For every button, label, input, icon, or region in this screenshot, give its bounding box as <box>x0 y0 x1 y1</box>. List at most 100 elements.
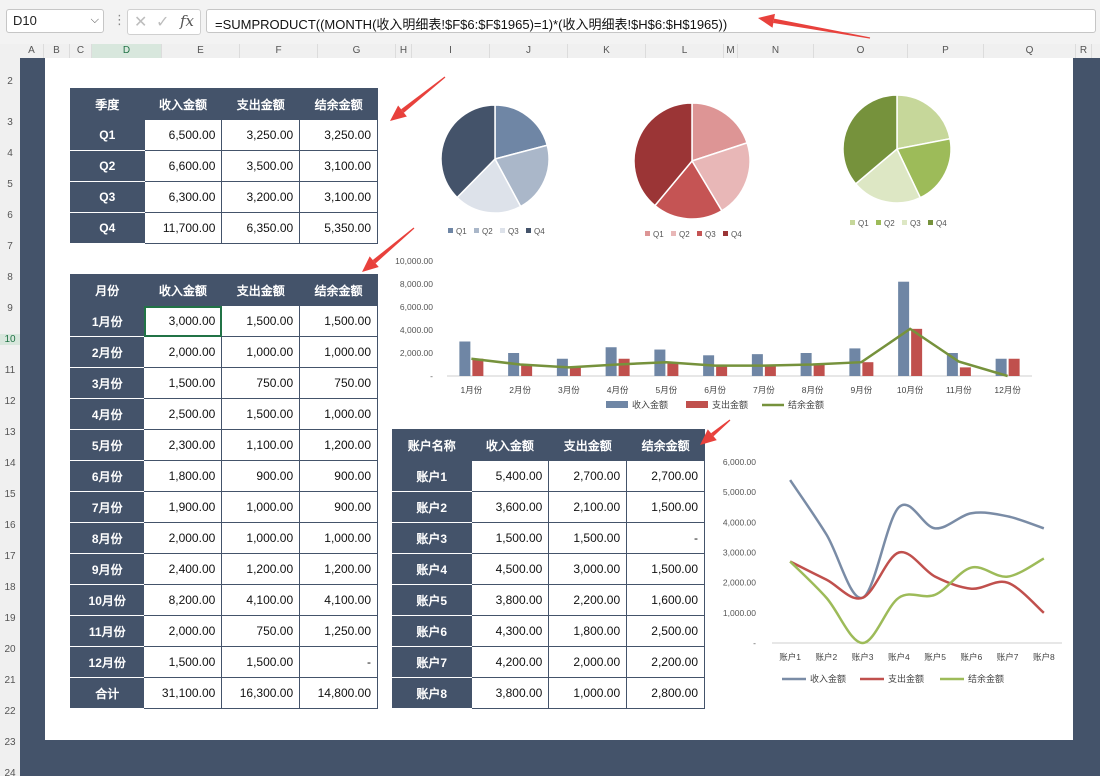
line-series-3[interactable] <box>789 557 1045 645</box>
value-cell[interactable]: - <box>299 646 378 678</box>
value-cell[interactable]: 3,000.00 <box>548 553 628 585</box>
row-label-cell[interactable]: 账户4 <box>392 553 472 585</box>
account-line-chart[interactable]: - 1,000.00 2,000.00 3,000.00 4,000.00 5,000.0… <box>712 450 1072 690</box>
value-cell[interactable]: 1,500.00 <box>221 305 301 337</box>
column-header-L[interactable]: L <box>646 44 724 58</box>
line-series-2[interactable] <box>789 551 1045 614</box>
row-header-6[interactable]: 6 <box>0 210 20 221</box>
column-header-E[interactable]: E <box>162 44 240 58</box>
column-header-H[interactable]: H <box>396 44 412 58</box>
bar-expense[interactable] <box>569 367 581 376</box>
row-header-12[interactable]: 12 <box>0 396 20 407</box>
row-label-cell[interactable]: 合计 <box>69 677 145 709</box>
formula-input[interactable]: =SUMPRODUCT((MONTH(收入明细表!$F$6:$F$1965)=1… <box>206 9 1096 33</box>
bar-expense[interactable] <box>862 362 874 376</box>
value-cell[interactable]: 5,400.00 <box>470 460 550 492</box>
column-header-B[interactable]: B <box>44 44 70 58</box>
row-label-cell[interactable]: 12月份 <box>69 646 145 678</box>
value-cell[interactable]: 2,100.00 <box>548 491 628 523</box>
column-header-cell[interactable]: 结余金额 <box>299 88 378 120</box>
column-header-O[interactable]: O <box>814 44 908 58</box>
row-label-cell[interactable]: 账户8 <box>392 677 472 709</box>
column-header-cell[interactable]: 收入金额 <box>143 274 223 306</box>
value-cell[interactable]: 6,300.00 <box>143 181 223 213</box>
value-cell[interactable]: 6,350.00 <box>221 212 301 244</box>
column-header-cell[interactable]: 结余金额 <box>626 429 705 461</box>
value-cell[interactable]: 3,250.00 <box>299 119 378 151</box>
value-cell[interactable]: 1,200.00 <box>299 429 378 461</box>
value-cell[interactable]: 3,100.00 <box>299 150 378 182</box>
value-cell[interactable]: 4,300.00 <box>470 615 550 647</box>
row-header-3[interactable]: 3 <box>0 117 20 128</box>
row-label-cell[interactable]: 11月份 <box>69 615 145 647</box>
row-header-23[interactable]: 23 <box>0 737 20 748</box>
value-cell[interactable]: 3,800.00 <box>470 677 550 709</box>
value-cell[interactable]: 1,000.00 <box>548 677 628 709</box>
row-label-cell[interactable]: 账户2 <box>392 491 472 523</box>
line-balance[interactable] <box>471 327 1008 378</box>
row-header-18[interactable]: 18 <box>0 582 20 593</box>
value-cell[interactable]: 1,500.00 <box>221 646 301 678</box>
value-cell[interactable]: 1,500.00 <box>143 367 223 399</box>
bar-expense[interactable] <box>1008 358 1020 376</box>
column-header-C[interactable]: C <box>70 44 92 58</box>
value-cell[interactable]: 1,200.00 <box>299 553 378 585</box>
value-cell[interactable]: 14,800.00 <box>299 677 378 709</box>
row-header-16[interactable]: 16 <box>0 520 20 531</box>
column-header-J[interactable]: J <box>490 44 568 58</box>
row-label-cell[interactable]: Q3 <box>70 181 145 213</box>
value-cell[interactable]: 8,200.00 <box>143 584 223 616</box>
column-header-D[interactable]: D <box>92 44 162 58</box>
value-cell[interactable]: 3,600.00 <box>470 491 550 523</box>
column-header-I[interactable]: I <box>412 44 490 58</box>
value-cell[interactable]: 1,000.00 <box>299 336 378 368</box>
value-cell[interactable]: 1,000.00 <box>221 336 301 368</box>
row-header-7[interactable]: 7 <box>0 241 20 252</box>
value-cell[interactable]: 1,200.00 <box>221 553 301 585</box>
column-header-N[interactable]: N <box>738 44 814 58</box>
value-cell[interactable]: 750.00 <box>221 615 301 647</box>
row-label-cell[interactable]: 5月份 <box>69 429 145 461</box>
row-label-cell[interactable]: Q4 <box>70 212 145 244</box>
value-cell[interactable]: 2,000.00 <box>548 646 628 678</box>
column-header-cell[interactable]: 账户名称 <box>392 429 472 461</box>
row-header-24[interactable]: 24 <box>0 768 20 779</box>
value-cell[interactable]: 1,800.00 <box>143 460 223 492</box>
row-label-cell[interactable]: 6月份 <box>69 460 145 492</box>
bar-income[interactable] <box>605 347 617 376</box>
row-header-20[interactable]: 20 <box>0 644 20 655</box>
value-cell[interactable]: 11,700.00 <box>143 212 223 244</box>
column-header-cell[interactable]: 支出金额 <box>548 429 628 461</box>
column-header-cell[interactable]: 结余金额 <box>299 274 378 306</box>
value-cell[interactable]: 1,000.00 <box>221 491 301 523</box>
row-label-cell[interactable]: 2月份 <box>69 336 145 368</box>
value-cell[interactable]: 3,100.00 <box>299 181 378 213</box>
value-cell[interactable]: 1,600.00 <box>626 584 705 616</box>
row-label-cell[interactable]: 账户6 <box>392 615 472 647</box>
row-label-cell[interactable]: 10月份 <box>69 584 145 616</box>
value-cell[interactable]: 2,000.00 <box>143 522 223 554</box>
value-cell[interactable]: 2,000.00 <box>143 615 223 647</box>
row-label-cell[interactable]: 1月份 <box>69 305 145 337</box>
value-cell[interactable]: 1,250.00 <box>299 615 378 647</box>
value-cell[interactable]: 1,100.00 <box>221 429 301 461</box>
value-cell[interactable]: 1,500.00 <box>470 522 550 554</box>
value-cell[interactable]: 2,000.00 <box>143 336 223 368</box>
row-label-cell[interactable]: 8月份 <box>69 522 145 554</box>
row-header-9[interactable]: 9 <box>0 303 20 314</box>
bar-expense[interactable] <box>959 367 971 376</box>
column-header-cell[interactable]: 收入金额 <box>470 429 550 461</box>
value-cell[interactable]: 5,350.00 <box>299 212 378 244</box>
monthly-combo-chart[interactable]: - 2,000.00 4,000.00 6,000.00 8,000.00 10,000.… <box>385 250 1055 420</box>
row-header-5[interactable]: 5 <box>0 179 20 190</box>
row-header-4[interactable]: 4 <box>0 148 20 159</box>
income-quarter-pie-chart[interactable]: Q1 Q2 Q3 Q4 <box>420 92 570 242</box>
row-label-cell[interactable]: 3月份 <box>69 367 145 399</box>
value-cell[interactable]: 6,500.00 <box>143 119 223 151</box>
column-header-G[interactable]: G <box>318 44 396 58</box>
bar-income[interactable] <box>459 341 471 377</box>
value-cell[interactable]: 2,800.00 <box>626 677 705 709</box>
row-header-2[interactable]: 2 <box>0 76 20 87</box>
value-cell[interactable]: 16,300.00 <box>221 677 301 709</box>
value-cell[interactable]: 1,500.00 <box>626 553 705 585</box>
